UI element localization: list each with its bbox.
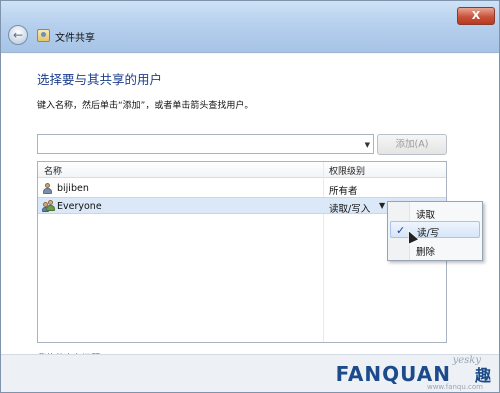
title-bar: X ← 文件共享 xyxy=(1,1,499,53)
column-header-permission[interactable]: 权限级别 xyxy=(329,164,365,177)
table-header: 名称 权限级别 xyxy=(38,162,446,178)
menu-item-label: 读取 xyxy=(416,210,436,221)
group-icon xyxy=(42,200,56,212)
chevron-down-icon[interactable]: ▼ xyxy=(379,201,385,210)
menu-item-label: 删除 xyxy=(416,247,436,258)
user-name-combobox[interactable]: ▼ xyxy=(37,134,374,154)
column-header-name[interactable]: 名称 xyxy=(44,164,62,177)
table-row[interactable]: bijiben 所有者 xyxy=(38,180,446,197)
permission-menu: 读取 ✓ 读/写 删除 xyxy=(387,201,483,261)
watermark-url: www.fanqu.com xyxy=(426,383,483,391)
user-icon xyxy=(43,183,52,194)
add-button[interactable]: 添加(A) xyxy=(377,134,447,155)
menu-item-label: 读/写 xyxy=(417,228,440,239)
user-permission-table: 名称 权限级别 bijiben 所有者 Everyone 读取/写入 ▼ xyxy=(37,161,447,343)
chevron-down-icon[interactable]: ▼ xyxy=(365,141,370,149)
file-sharing-window: X ← 文件共享 选择要与其共享的用户 键入名称，然后单击“添加”，或者单击箭头… xyxy=(0,0,500,393)
close-button[interactable]: X xyxy=(457,7,495,25)
menu-item-delete[interactable]: 删除 xyxy=(390,241,480,258)
file-sharing-icon xyxy=(37,29,50,42)
menu-item-read[interactable]: 读取 xyxy=(390,204,480,221)
window-title: 文件共享 xyxy=(55,33,95,44)
permission-level[interactable]: 读取/写入 xyxy=(329,201,370,215)
page-heading: 选择要与其共享的用户 xyxy=(37,72,163,87)
permission-level: 所有者 xyxy=(329,186,358,197)
back-arrow-icon[interactable]: ← xyxy=(8,25,28,45)
user-name: Everyone xyxy=(57,201,102,212)
user-name: bijiben xyxy=(57,183,89,194)
instruction-text: 键入名称，然后单击“添加”，或者单击箭头查找用户。 xyxy=(37,101,254,111)
table-row[interactable]: Everyone 读取/写入 ▼ xyxy=(38,197,446,215)
